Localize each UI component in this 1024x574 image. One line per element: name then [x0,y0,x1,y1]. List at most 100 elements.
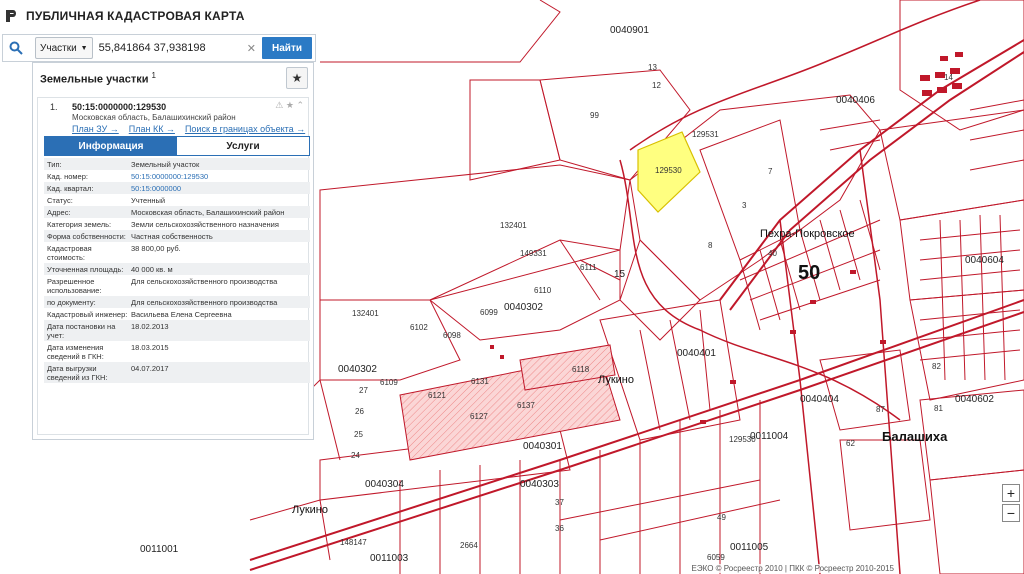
parcel-label: 6118 [572,365,590,374]
parcel-label: 6109 [380,378,398,387]
attr-value-link[interactable]: 50:15:0000000 [131,184,307,193]
attr-value: Московская область, Балашихинский район [131,208,285,217]
result-cad-number[interactable]: 50:15:0000000:129530 [72,102,166,112]
parcel-label: 149331 [520,249,547,258]
star-icon: ★ [291,71,303,85]
attr-label: Дата постановки на учет: [47,322,116,340]
parcel-label: 6131 [471,377,489,386]
attr-row-engineer: Кадастровый инженер: Васильева Елена Серг… [44,308,310,320]
attr-value: 40 000 кв. м [131,265,173,274]
quarter-label: 0040901 [610,25,649,36]
attr-value: 04.07.2017 [131,364,169,373]
attr-row-land-category: Категория земель: Земли сельскохозяйствен… [44,218,310,230]
warning-icon[interactable]: ⚠ [275,100,283,110]
attr-row-by-document: по документу: Для сельскохозяйственного п… [44,296,310,308]
parcel-label: 99 [590,111,599,120]
attr-value: Для сельскохозяйственного производства [131,277,278,286]
quarter-label: 0040401 [677,348,716,359]
search-in-bounds-link[interactable]: Поиск в границах объекта → [185,124,305,134]
search-bar: Участки ▼ ✕ Найти [2,34,316,62]
quarter-label: 0011004 [750,431,789,442]
parcel-label: 24 [351,451,360,460]
quarter-label: 0011005 [730,542,769,553]
locality-label: Пехра-Покровское [760,228,855,240]
search-type-label: Участки [40,42,77,54]
parcel-label: 62 [846,439,855,448]
parcel-label: 25 [354,430,363,439]
attr-value-link[interactable]: 50:15:0000000:129530 [131,172,307,181]
parcel-label: 6137 [517,401,535,410]
quarter-label: 0040303 [520,479,559,490]
plan-zu-link[interactable]: План ЗУ → [72,124,119,134]
parcel-label: 6121 [428,391,446,400]
parcel-label: 37 [555,498,564,507]
attr-label: Категория земель: [47,220,112,229]
tab-info[interactable]: Информация [45,137,177,155]
tab-services[interactable]: Услуги [177,137,309,155]
parcel-label: 6059 [707,553,725,562]
quarter-label: 0040302 [504,302,543,313]
district-number: 15 [614,269,626,280]
find-button[interactable]: Найти [262,37,312,59]
parcel-label: 27 [359,386,368,395]
attr-label: Форма собственности: [47,232,126,241]
parcel-label: 129530 [729,435,756,444]
attr-row-ownership: Форма собственности: Частная собственност… [44,230,310,242]
parcel-label: 87 [876,405,885,414]
search-input[interactable] [98,38,247,58]
attr-label: Кад. номер: [47,172,88,181]
parcel-label: 132401 [352,309,379,318]
collapse-icon[interactable]: ⌃ [296,100,304,110]
parcel-label: 132401 [500,221,527,230]
star-icon[interactable]: ★ [286,100,294,110]
attr-row-export-date: Дата выгрузки сведений из ГКН: 04.07.2017 [44,362,310,383]
result-index: 1. [50,102,58,112]
attr-label: Кад. квартал: [47,184,94,193]
locality-label: Лукино [598,374,634,386]
clear-icon[interactable]: ✕ [247,42,256,55]
app-header: ПУБЛИЧНАЯ КАДАСТРОВАЯ КАРТА [0,0,320,32]
panel-title-text: Земельные участки [40,73,149,86]
region-number: 50 [798,262,820,284]
attr-label: Кадастровая стоимость: [47,244,92,262]
parcel-label: 8 [708,241,713,250]
info-tabs: Информация Услуги [44,136,310,156]
parcel-label: 3 [742,201,747,210]
results-panel: Земельные участки 1 ★ 1. 50:15:0000000:1… [32,62,314,440]
plan-kk-link[interactable]: План КК → [129,124,175,134]
parcel-label: 2664 [460,541,478,550]
zoom-in-button[interactable]: + [1002,484,1020,502]
parcel-label: 6102 [410,323,428,332]
parcel-label: 129531 [692,130,719,139]
zoom-out-button[interactable]: − [1002,504,1020,522]
result-actions: ⚠ ★ ⌃ [275,100,304,111]
attr-label: Уточненная площадь: [47,265,124,274]
search-type-select[interactable]: Участки ▼ [35,37,93,59]
attr-row-permitted-use: Разрешенное использование: Для сельскохоз… [44,275,310,296]
result-address: Московская область, Балашихинский район [72,113,236,122]
attr-row-area: Уточненная площадь: 40 000 кв. м [44,263,310,275]
attr-label: Статус: [47,196,73,205]
favorite-button[interactable]: ★ [286,67,308,89]
quarter-label: 0040301 [523,441,562,452]
attr-row-cad-quarter: Кад. квартал: 50:15:0000000 [44,182,310,194]
attr-row-address: Адрес: Московская область, Балашихинский … [44,206,310,218]
attr-value: 18.02.2013 [131,322,169,331]
result-links: План ЗУ → План КК → Поиск в границах объ… [72,124,305,134]
attr-row-cad-value: Кадастровая стоимость: 38 800,00 руб. [44,242,310,263]
attr-value: 18.03.2015 [131,343,169,352]
attr-value: Для сельскохозяйственного производства [131,298,278,307]
quarter-label: 0040602 [955,394,994,405]
attr-row-changed-date: Дата изменения сведений в ГКН: 18.03.2015 [44,341,310,362]
locality-label: Лукино [292,504,328,516]
attr-label: Дата изменения сведений в ГКН: [47,343,104,361]
parcel-label: 26 [355,407,364,416]
attr-value: Земельный участок [131,160,200,169]
attr-row-registered-date: Дата постановки на учет: 18.02.2013 [44,320,310,341]
attribute-table: Тип: Земельный участок Кад. номер: 50:15:0… [44,158,310,383]
attr-value: Земли сельскохозяйственного назначения [131,220,279,229]
parcel-label: 82 [932,362,941,371]
result-card: 1. 50:15:0000000:129530 Московская облас… [37,97,310,435]
parcel-label: 81 [934,404,943,413]
search-icon[interactable] [3,35,29,61]
